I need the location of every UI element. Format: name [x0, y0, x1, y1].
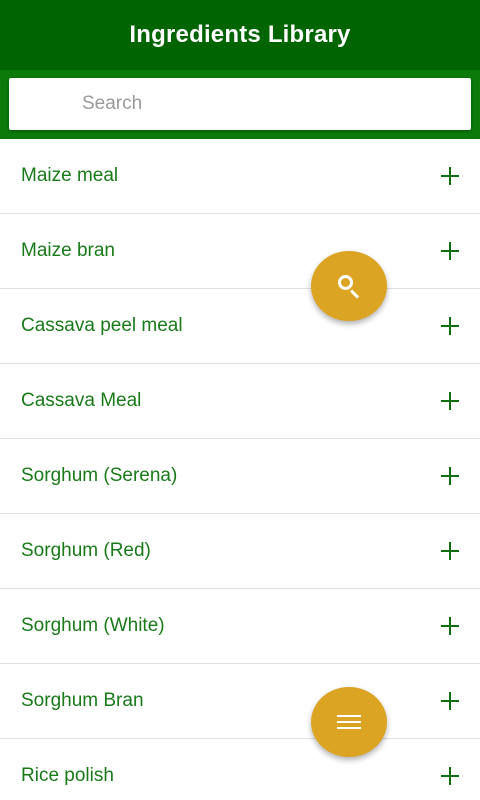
ingredients-list: Maize meal Maize bran Cassava peel meal …: [0, 139, 480, 800]
list-item[interactable]: Sorghum Bran: [0, 664, 480, 739]
add-ingredient-button[interactable]: [436, 237, 464, 265]
list-item[interactable]: Sorghum (Red): [0, 514, 480, 589]
menu-icon: [337, 714, 361, 730]
ingredient-name: Cassava Meal: [21, 390, 142, 411]
add-ingredient-button[interactable]: [436, 162, 464, 190]
search-bar: [0, 70, 480, 139]
add-ingredient-button[interactable]: [436, 762, 464, 790]
plus-icon: [441, 167, 459, 185]
ingredient-name: Maize bran: [21, 240, 115, 261]
menu-fab-button[interactable]: [311, 687, 387, 757]
list-item[interactable]: Cassava peel meal: [0, 289, 480, 364]
plus-icon: [441, 242, 459, 260]
add-ingredient-button[interactable]: [436, 462, 464, 490]
add-ingredient-button[interactable]: [436, 687, 464, 715]
ingredient-name: Sorghum Bran: [21, 690, 144, 711]
list-item[interactable]: Maize bran: [0, 214, 480, 289]
search-input[interactable]: [9, 78, 471, 130]
add-ingredient-button[interactable]: [436, 387, 464, 415]
ingredient-name: Rice polish: [21, 765, 114, 786]
list-item[interactable]: Maize meal: [0, 139, 480, 214]
plus-icon: [441, 392, 459, 410]
list-item[interactable]: Sorghum (White): [0, 589, 480, 664]
add-ingredient-button[interactable]: [436, 537, 464, 565]
plus-icon: [441, 767, 459, 785]
ingredient-name: Sorghum (Serena): [21, 465, 178, 486]
app-screen: Ingredients Library Maize meal Maize bra…: [0, 0, 480, 800]
plus-icon: [441, 467, 459, 485]
add-ingredient-button[interactable]: [436, 612, 464, 640]
add-ingredient-button[interactable]: [436, 312, 464, 340]
app-bar: Ingredients Library: [0, 0, 480, 70]
search-icon: [336, 273, 362, 299]
ingredient-name: Maize meal: [21, 165, 119, 186]
list-item[interactable]: Cassava Meal: [0, 364, 480, 439]
search-box[interactable]: [9, 78, 471, 130]
ingredient-name: Cassava peel meal: [21, 315, 183, 336]
plus-icon: [441, 692, 459, 710]
list-item[interactable]: Rice polish: [0, 739, 480, 800]
plus-icon: [441, 317, 459, 335]
list-item[interactable]: Sorghum (Serena): [0, 439, 480, 514]
plus-icon: [441, 542, 459, 560]
search-fab-button[interactable]: [311, 251, 387, 321]
plus-icon: [441, 617, 459, 635]
page-title: Ingredients Library: [129, 21, 351, 48]
ingredient-name: Sorghum (White): [21, 615, 165, 636]
ingredient-name: Sorghum (Red): [21, 540, 151, 561]
